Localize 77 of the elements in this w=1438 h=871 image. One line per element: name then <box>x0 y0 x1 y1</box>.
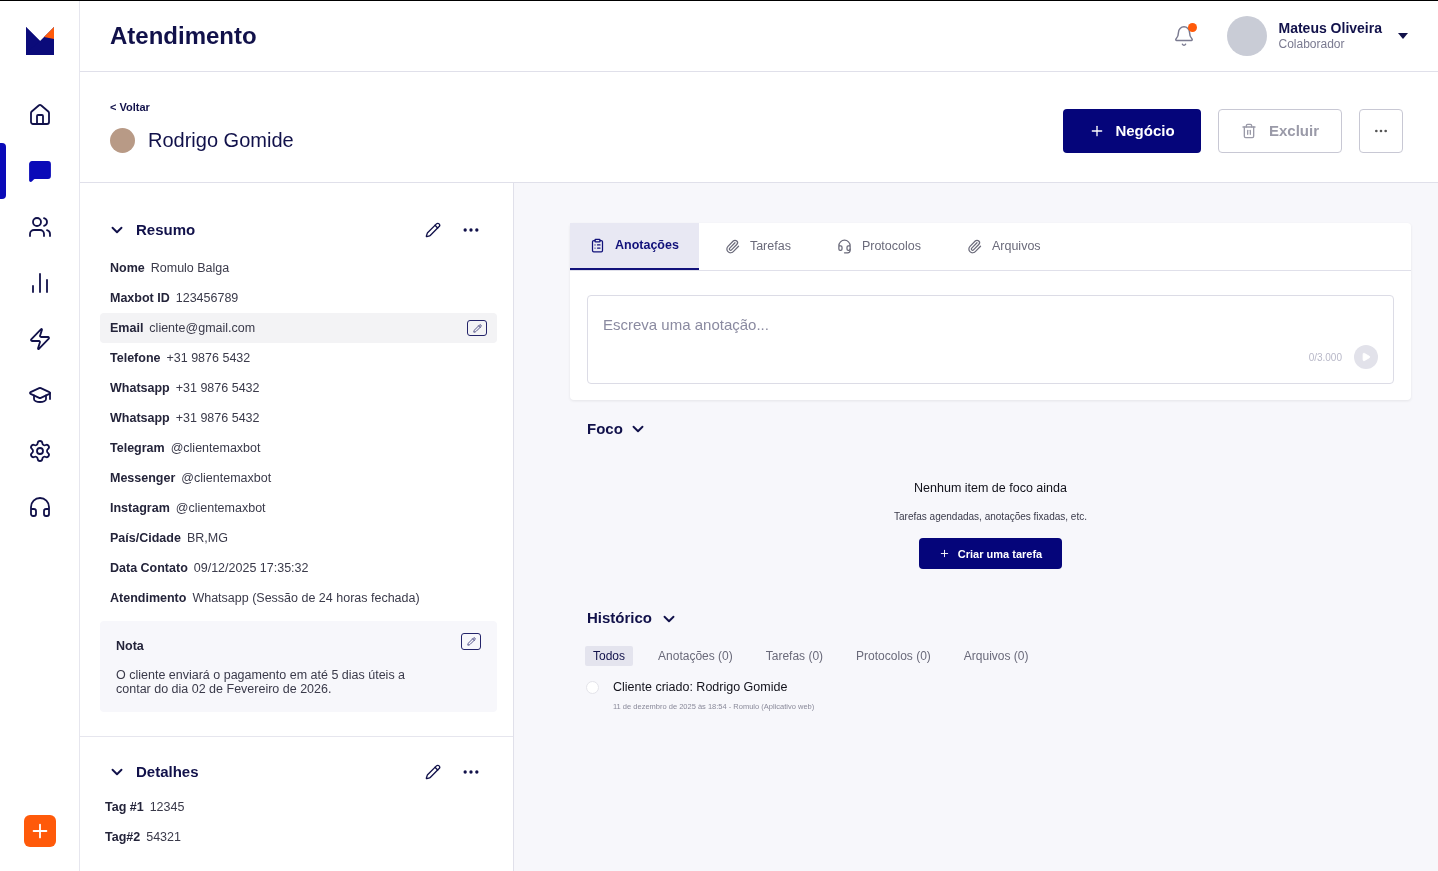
logo-icon <box>25 27 54 55</box>
filter-tab[interactable]: Protocolos (0) <box>848 645 939 666</box>
edit-icon[interactable] <box>425 222 441 238</box>
field-label: Nome <box>110 259 145 277</box>
field-value: 12345 <box>149 799 185 817</box>
section-title: Detalhes <box>136 761 199 782</box>
plus-icon <box>938 548 950 560</box>
field-value: Whatsapp (Sessão de 24 horas fechada) <box>192 589 420 607</box>
edit-icon[interactable] <box>467 320 487 336</box>
note-title: Nota <box>116 638 144 655</box>
field-value: +31 9876 5432 <box>175 379 260 397</box>
filter-tab[interactable]: Anotações (0) <box>650 645 741 666</box>
field-value: Romulo Balga <box>150 259 230 277</box>
field-label: Instagram <box>110 499 170 517</box>
field-value: cliente@gmail.com <box>149 319 256 337</box>
client-avatar <box>110 127 135 153</box>
field-label: Tag#2 <box>105 829 141 847</box>
field-value: @clientemaxbot <box>175 499 266 517</box>
trash-icon <box>1241 123 1257 139</box>
section-title: Histórico <box>587 608 652 629</box>
clipboard-icon <box>590 238 605 253</box>
settings-icon[interactable] <box>27 439 52 463</box>
page-title: Atendimento <box>110 21 257 51</box>
event-title: Cliente criado: Rodrigo Gomide <box>613 678 789 696</box>
user-role: Colaborador <box>1278 37 1346 53</box>
paperclip-icon <box>724 239 740 254</box>
section-title: Foco <box>587 419 623 439</box>
filter-tab[interactable]: Tarefas (0) <box>757 645 832 666</box>
empty-text: Tarefas agendadas, anotações fixadas, etc. <box>894 510 1087 525</box>
filter-tab[interactable]: Todos <box>585 645 634 666</box>
back-link[interactable]: < Voltar <box>110 98 294 116</box>
client-name: Rodrigo Gomide <box>148 128 294 154</box>
annotation-field[interactable]: Escreva uma anotação... <box>603 314 1378 337</box>
bell-icon[interactable] <box>1172 25 1195 47</box>
empty-title: Nenhum item de foco ainda <box>914 479 1067 497</box>
field-label: Telefone <box>110 349 161 367</box>
edit-icon[interactable] <box>461 633 481 650</box>
headset-icon <box>836 239 852 254</box>
field-value: +31 9876 5432 <box>166 349 251 367</box>
paperclip-icon <box>966 239 982 254</box>
field-label: País/Cidade <box>110 529 181 547</box>
tab[interactable]: Protocolos <box>816 223 941 270</box>
users-icon[interactable] <box>27 215 52 239</box>
field-value: +31 9876 5432 <box>175 409 260 427</box>
note-text: O cliente enviará o pagamento em até 5 dias úteis a contar do dia 02 de Fevereiro de 2026. <box>116 667 407 696</box>
field-value: 09/12/2025 17:35:32 <box>193 559 309 577</box>
home-icon[interactable] <box>27 103 52 127</box>
headphones-icon[interactable] <box>27 495 52 519</box>
field-label: Tag #1 <box>105 799 144 817</box>
field-value: BR,MG <box>186 529 228 547</box>
tab[interactable]: Anotações <box>570 223 699 270</box>
tab[interactable]: Arquivos <box>946 223 1061 270</box>
character-counter: 0/3.000 <box>1308 350 1342 365</box>
caret-icon[interactable] <box>1398 33 1408 39</box>
field-label: Atendimento <box>110 589 187 607</box>
field-value: 123456789 <box>175 289 239 307</box>
new-deal-button[interactable]: Negócio <box>1063 109 1201 153</box>
field-label: Maxbot ID <box>110 289 170 307</box>
lightning-icon[interactable] <box>27 327 52 351</box>
play-icon <box>1361 352 1371 362</box>
chat-icon[interactable] <box>27 159 52 183</box>
filter-tab[interactable]: Arquivos (0) <box>955 645 1037 666</box>
tab[interactable]: Tarefas <box>704 223 811 270</box>
field-label: Messenger <box>110 469 176 487</box>
field-label: Whatsapp <box>110 379 170 397</box>
create-task-button[interactable]: Criar uma tarefa <box>919 538 1062 570</box>
field-value: @clientemaxbot <box>181 469 272 487</box>
field-label: Whatsapp <box>110 409 170 427</box>
edit-icon[interactable] <box>425 763 441 780</box>
field-label: Email <box>110 319 144 337</box>
field-label: Data Contato <box>110 559 188 577</box>
section-title: Resumo <box>136 219 196 240</box>
add-button[interactable] <box>23 815 56 847</box>
user-name: Mateus Oliveira <box>1278 19 1382 38</box>
field-value: @clientemaxbot <box>170 439 261 457</box>
field-label: Telegram <box>110 439 165 457</box>
field-value: 54321 <box>146 829 181 847</box>
